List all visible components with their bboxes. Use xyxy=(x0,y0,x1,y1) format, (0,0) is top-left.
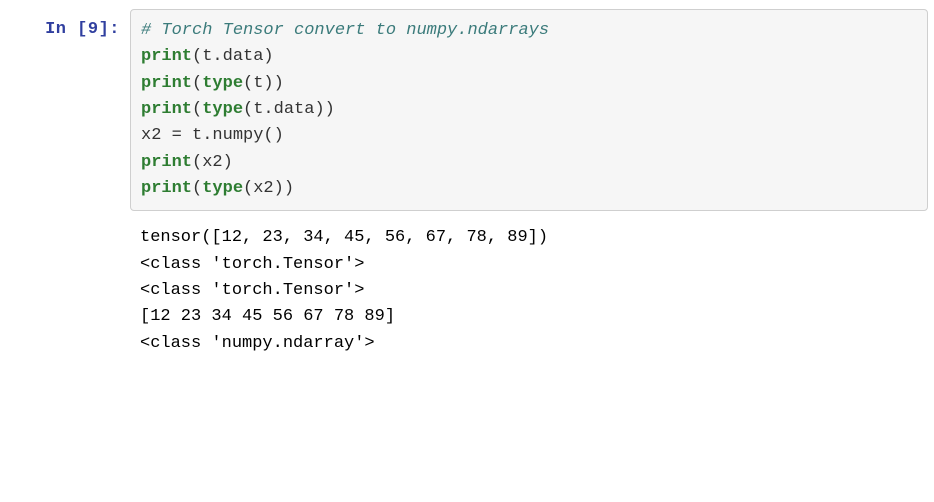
fn-type: type xyxy=(202,100,243,119)
code-input-area[interactable]: # Torch Tensor convert to numpy.ndarrays… xyxy=(130,9,928,211)
code-text: (t.data) xyxy=(192,47,274,66)
code-text: (x2) xyxy=(192,153,233,172)
code-line-comment: # Torch Tensor convert to numpy.ndarrays xyxy=(141,18,917,44)
output-prompt xyxy=(0,219,130,227)
fn-print: print xyxy=(141,47,192,66)
input-prompt: In [9]: xyxy=(0,9,130,43)
code-line: x2 = t.numpy() xyxy=(141,123,917,149)
code-text: (t)) xyxy=(243,74,284,93)
output-line: <class 'torch.Tensor'> xyxy=(140,252,924,278)
code-output-area: tensor([12, 23, 34, 45, 56, 67, 78, 89])… xyxy=(130,219,934,359)
code-line: print(x2) xyxy=(141,150,917,176)
output-line: tensor([12, 23, 34, 45, 56, 67, 78, 89]) xyxy=(140,225,924,251)
code-text: ( xyxy=(192,74,202,93)
output-line: <class 'torch.Tensor'> xyxy=(140,278,924,304)
fn-type: type xyxy=(202,179,243,198)
code-cell: In [9]: # Torch Tensor convert to numpy.… xyxy=(0,5,934,215)
code-text: ( xyxy=(192,100,202,119)
code-line: print(type(t.data)) xyxy=(141,97,917,123)
fn-type: type xyxy=(202,74,243,93)
code-line: print(t.data) xyxy=(141,44,917,70)
fn-print: print xyxy=(141,153,192,172)
code-line: print(type(t)) xyxy=(141,71,917,97)
fn-print: print xyxy=(141,179,192,198)
code-text: (t.data)) xyxy=(243,100,335,119)
code-text: (x2)) xyxy=(243,179,294,198)
code-line: print(type(x2)) xyxy=(141,176,917,202)
output-line: [12 23 34 45 56 67 78 89] xyxy=(140,304,924,330)
output-cell: tensor([12, 23, 34, 45, 56, 67, 78, 89])… xyxy=(0,215,934,363)
code-comment: # Torch Tensor convert to numpy.ndarrays xyxy=(141,21,549,40)
output-line: <class 'numpy.ndarray'> xyxy=(140,331,924,357)
code-text: x2 = t.numpy() xyxy=(141,126,284,145)
fn-print: print xyxy=(141,100,192,119)
fn-print: print xyxy=(141,74,192,93)
code-text: ( xyxy=(192,179,202,198)
